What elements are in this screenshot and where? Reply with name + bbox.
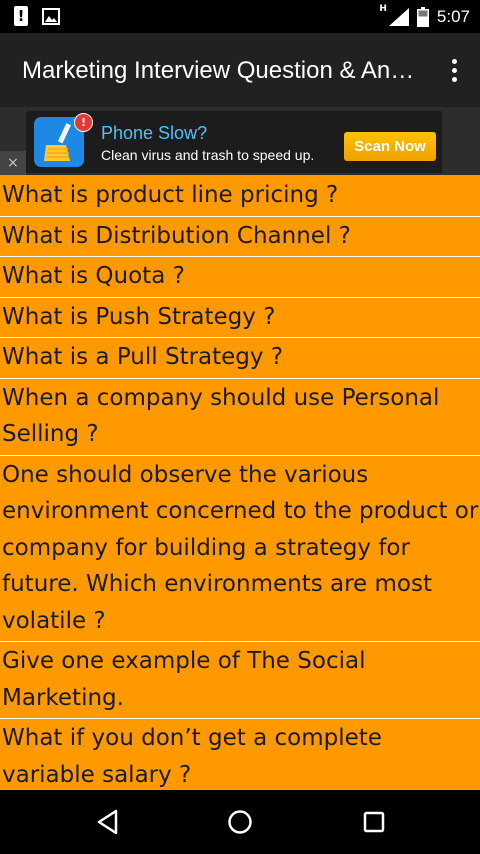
list-item[interactable]: What is a Pull Strategy ? (0, 338, 480, 379)
ad-content[interactable]: ! Phone Slow? Clean virus and trash to s… (26, 111, 442, 173)
status-bar: ! H 5:07 (0, 0, 480, 33)
app-bar: Marketing Interview Question & Answers (0, 33, 480, 107)
list-item[interactable]: What if you don’t get a complete variabl… (0, 719, 480, 790)
list-item[interactable]: One should observe the various environme… (0, 456, 480, 642)
network-type: H (379, 3, 387, 14)
signal-icon (388, 7, 409, 26)
page-title: Marketing Interview Question & Answers (22, 57, 422, 84)
clock: 5:07 (436, 6, 470, 26)
ad-badge: ! (74, 113, 93, 132)
battery-icon (416, 6, 429, 27)
question-list[interactable]: What is product line pricing ? What is D… (0, 176, 480, 790)
alert-icon: ! (14, 6, 28, 26)
list-item[interactable]: What is Quota ? (0, 257, 480, 298)
close-icon[interactable]: × (0, 151, 26, 175)
notification-icons: ! (14, 6, 60, 26)
home-icon[interactable] (226, 808, 254, 836)
scan-now-button[interactable]: Scan Now (344, 132, 436, 161)
ad-description: Clean virus and trash to speed up. (101, 147, 315, 163)
list-item[interactable]: What is Distribution Channel ? (0, 217, 480, 257)
screen: ! H 5:07 Marketing Interview Question & … (0, 0, 480, 854)
list-item[interactable]: What is product line pricing ? (0, 176, 480, 217)
back-icon[interactable] (94, 808, 122, 836)
list-item[interactable]: Give one example of The Social Marketing… (0, 642, 480, 719)
ad-banner[interactable]: ! Phone Slow? Clean virus and trash to s… (0, 107, 480, 175)
system-icons: H 5:07 (379, 0, 470, 33)
ad-headline[interactable]: Phone Slow? (101, 123, 207, 144)
photo-icon (42, 7, 60, 25)
navigation-bar (0, 790, 480, 854)
list-item[interactable]: When a company should use Personal Selli… (0, 379, 480, 456)
list-item[interactable]: What is Push Strategy ? (0, 298, 480, 338)
recents-icon[interactable] (360, 808, 388, 836)
more-vert-icon[interactable] (450, 59, 458, 83)
